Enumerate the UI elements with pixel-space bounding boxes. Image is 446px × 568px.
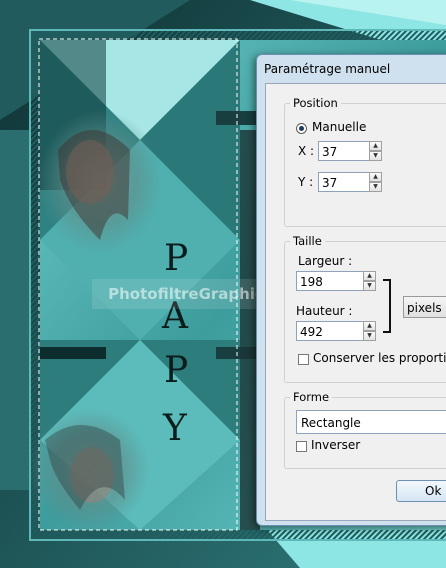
invert-label[interactable]: Inverser	[311, 438, 360, 452]
x-spin-down[interactable]: ▼	[369, 151, 382, 161]
keep-proportions-label[interactable]: Conserver les proportions	[313, 351, 446, 365]
canvas-letter-3: P	[164, 350, 189, 391]
canvas-letter-1: P	[164, 238, 189, 279]
unit-select[interactable]: pixels	[403, 296, 446, 318]
ok-button-label: Ok	[425, 484, 442, 498]
y-spin-up[interactable]: ▲	[369, 172, 382, 182]
proportion-link-bracket	[383, 279, 391, 333]
height-label: Hauteur :	[296, 304, 353, 318]
size-legend: Taille	[290, 234, 325, 248]
keep-proportions-checkbox[interactable]	[298, 354, 309, 365]
position-legend: Position	[290, 96, 341, 110]
watermark: PhotofiltreGraphic	[92, 279, 280, 309]
ok-button[interactable]: Ok	[396, 480, 446, 502]
y-input[interactable]: 37	[318, 172, 370, 192]
shape-legend: Forme	[290, 390, 333, 404]
dialog-title: Paramétrage manuel	[264, 62, 391, 76]
manual-radio[interactable]	[296, 123, 307, 134]
height-spin-down[interactable]: ▼	[363, 331, 376, 341]
canvas-letter-4: Y	[163, 408, 187, 449]
x-input[interactable]: 37	[318, 141, 370, 161]
height-input[interactable]: 492	[296, 321, 364, 341]
height-spin-up[interactable]: ▲	[363, 321, 376, 331]
width-spin-down[interactable]: ▼	[363, 281, 376, 291]
width-label: Largeur :	[298, 254, 353, 268]
y-spin-down[interactable]: ▼	[369, 182, 382, 192]
shape-select[interactable]: Rectangle	[296, 410, 446, 434]
x-label: X :	[298, 144, 315, 158]
manual-settings-dialog: Paramétrage manuel Position Manuelle X :…	[256, 54, 446, 526]
x-spin-up[interactable]: ▲	[369, 141, 382, 151]
width-input[interactable]: 198	[296, 271, 364, 291]
width-spin-up[interactable]: ▲	[363, 271, 376, 281]
invert-checkbox[interactable]	[296, 441, 307, 452]
y-label: Y :	[298, 175, 314, 189]
dialog-body: Position Manuelle X : 37 ▲ ▼ Y : 37 ▲ ▼ …	[265, 83, 446, 521]
manual-radio-label[interactable]: Manuelle	[312, 120, 366, 134]
